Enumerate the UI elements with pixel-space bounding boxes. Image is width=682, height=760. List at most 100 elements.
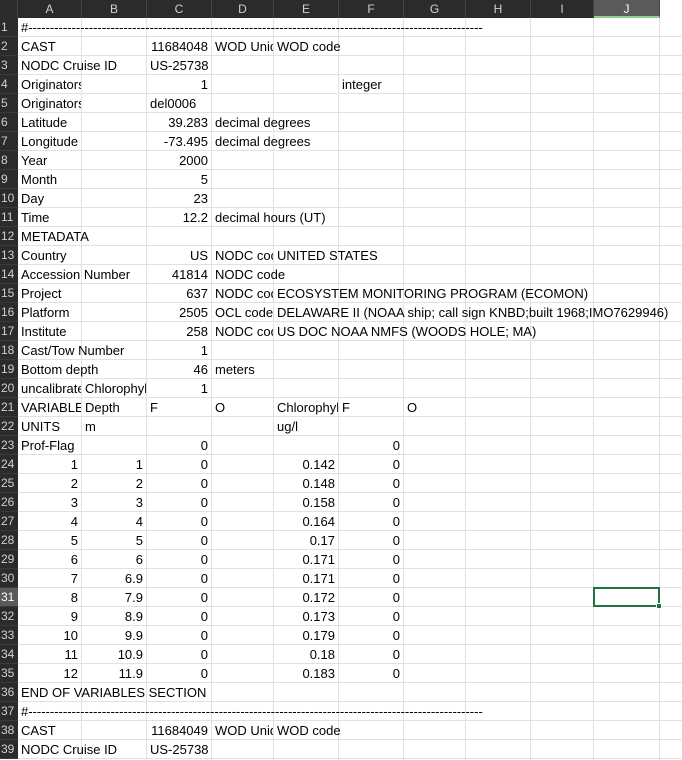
cell-d21[interactable]: O (212, 398, 273, 417)
cell-b24[interactable]: 1 (82, 455, 146, 474)
row-header[interactable]: 12 (0, 227, 18, 246)
cell-d19[interactable]: meters (212, 360, 273, 379)
cell-c24[interactable]: 0 (147, 455, 211, 474)
cell-b27[interactable]: 4 (82, 512, 146, 531)
cell-f31[interactable]: 0 (339, 588, 403, 607)
row-header[interactable]: 31 (0, 588, 18, 607)
cell-c23[interactable]: 0 (147, 436, 211, 455)
cell-b25[interactable]: 2 (82, 474, 146, 493)
cell-c19[interactable]: 46 (147, 360, 211, 379)
row-header[interactable]: 8 (0, 151, 18, 170)
cell-e34[interactable]: 0.18 (274, 645, 338, 664)
cell-a7[interactable]: Longitude (18, 132, 81, 151)
row-header[interactable]: 11 (0, 208, 18, 227)
row-header[interactable]: 16 (0, 303, 18, 322)
cell-f32[interactable]: 0 (339, 607, 403, 626)
cell-e31[interactable]: 0.172 (274, 588, 338, 607)
cell-c39[interactable]: US-25738 (147, 740, 211, 759)
cell-c38[interactable]: 11684049 (147, 721, 211, 740)
cell-e17[interactable]: US DOC NOAA NMFS (WOODS HOLE; MA) (274, 322, 536, 341)
cell-c34[interactable]: 0 (147, 645, 211, 664)
cell-b20[interactable]: Chlorophyll (82, 379, 146, 398)
cell-a6[interactable]: Latitude (18, 113, 81, 132)
column-header-i[interactable]: I (531, 0, 594, 18)
cell-a35[interactable]: 12 (18, 664, 81, 683)
cell-a10[interactable]: Day (18, 189, 81, 208)
row-header[interactable]: 33 (0, 626, 18, 645)
cell-c8[interactable]: 2000 (147, 151, 211, 170)
cell-c15[interactable]: 637 (147, 284, 211, 303)
cell-c31[interactable]: 0 (147, 588, 211, 607)
cell-f34[interactable]: 0 (339, 645, 403, 664)
cell-a26[interactable]: 3 (18, 493, 81, 512)
cell-c27[interactable]: 0 (147, 512, 211, 531)
cell-d38[interactable]: WOD Unique Cast (212, 721, 273, 740)
row-header[interactable]: 19 (0, 360, 18, 379)
column-header-c[interactable]: C (147, 0, 212, 18)
cell-b28[interactable]: 5 (82, 531, 146, 550)
cell-f4[interactable]: integer (339, 75, 403, 94)
cell-a17[interactable]: Institute (18, 322, 81, 341)
cell-c4[interactable]: 1 (147, 75, 211, 94)
row-header[interactable]: 38 (0, 721, 18, 740)
cell-b33[interactable]: 9.9 (82, 626, 146, 645)
cell-c6[interactable]: 39.283 (147, 113, 211, 132)
cell-f25[interactable]: 0 (339, 474, 403, 493)
cell-e21[interactable]: Chlorophyll (274, 398, 338, 417)
cell-a25[interactable]: 2 (18, 474, 81, 493)
column-header-g[interactable]: G (404, 0, 466, 18)
cell-a24[interactable]: 1 (18, 455, 81, 474)
cell-a36[interactable]: END OF VARIABLES SECTION (18, 683, 206, 702)
cell-d15[interactable]: NODC code (212, 284, 273, 303)
cell-f21[interactable]: F (339, 398, 403, 417)
cell-d17[interactable]: NODC code (212, 322, 273, 341)
cell-b35[interactable]: 11.9 (82, 664, 146, 683)
cell-d2[interactable]: WOD Unique Cast (212, 37, 273, 56)
row-header[interactable]: 25 (0, 474, 18, 493)
cell-f27[interactable]: 0 (339, 512, 403, 531)
cell-c16[interactable]: 2505 (147, 303, 211, 322)
cell-e29[interactable]: 0.171 (274, 550, 338, 569)
row-header[interactable]: 20 (0, 379, 18, 398)
select-all-corner[interactable] (0, 0, 18, 18)
row-header[interactable]: 18 (0, 341, 18, 360)
row-header[interactable]: 39 (0, 740, 18, 759)
cell-a21[interactable]: VARIABLES (18, 398, 81, 417)
row-header[interactable]: 6 (0, 113, 18, 132)
cell-e32[interactable]: 0.173 (274, 607, 338, 626)
cell-c30[interactable]: 0 (147, 569, 211, 588)
cell-c25[interactable]: 0 (147, 474, 211, 493)
cell-f35[interactable]: 0 (339, 664, 403, 683)
cell-f26[interactable]: 0 (339, 493, 403, 512)
cell-a27[interactable]: 4 (18, 512, 81, 531)
row-header[interactable]: 23 (0, 436, 18, 455)
cell-c14[interactable]: 41814 (147, 265, 211, 284)
cell-c21[interactable]: F (147, 398, 211, 417)
cell-a14[interactable]: Accession Number (18, 265, 130, 284)
row-header[interactable]: 30 (0, 569, 18, 588)
cell-c11[interactable]: 12.2 (147, 208, 211, 227)
cell-a23[interactable]: Prof-Flag (18, 436, 81, 455)
fill-handle[interactable] (656, 603, 662, 609)
cell-b26[interactable]: 3 (82, 493, 146, 512)
row-header[interactable]: 24 (0, 455, 18, 474)
row-header[interactable]: 14 (0, 265, 18, 284)
cell-a20[interactable]: uncalibrated (18, 379, 81, 398)
cell-d11[interactable]: decimal hours (UT) (212, 208, 326, 227)
cell-a32[interactable]: 9 (18, 607, 81, 626)
cell-a19[interactable]: Bottom depth (18, 360, 98, 379)
cell-a37[interactable]: #---------------------------------------… (18, 702, 483, 721)
row-header[interactable]: 37 (0, 702, 18, 721)
cell-a5[interactable]: Originators Cruise ID (18, 94, 81, 113)
cell-c10[interactable]: 23 (147, 189, 211, 208)
cell-e24[interactable]: 0.142 (274, 455, 338, 474)
column-header-d[interactable]: D (212, 0, 274, 18)
spreadsheet-grid[interactable]: ABCDEFGHIJ 1 2 3 4 5 6 7 8 9 10 11 12 13 14 15 16 17 18 19… (0, 0, 682, 760)
row-header[interactable]: 28 (0, 531, 18, 550)
cell-f29[interactable]: 0 (339, 550, 403, 569)
cell-c33[interactable]: 0 (147, 626, 211, 645)
cell-d13[interactable]: NODC code (212, 246, 273, 265)
cell-c20[interactable]: 1 (147, 379, 211, 398)
cell-b21[interactable]: Depth (82, 398, 146, 417)
cell-c7[interactable]: -73.495 (147, 132, 211, 151)
